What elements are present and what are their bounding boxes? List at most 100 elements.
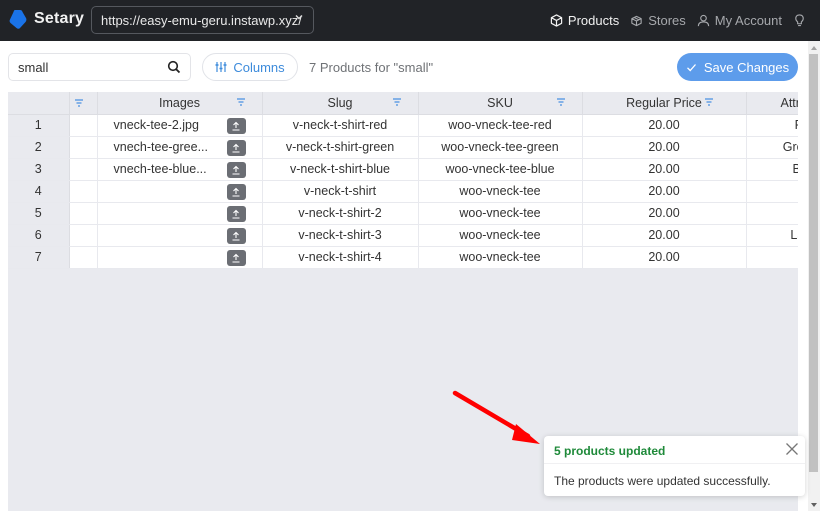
sku-cell-text: woo-vneck-tee — [459, 250, 541, 264]
search-input[interactable] — [18, 59, 158, 75]
header-images[interactable]: Images — [97, 92, 263, 115]
scroll-up-arrow-icon[interactable] — [811, 46, 817, 50]
sku-cell[interactable]: woo-vneck-tee — [418, 202, 583, 225]
attr-color-cell[interactable]: Green — [746, 136, 798, 159]
header-select[interactable] — [69, 92, 98, 115]
regular-price-cell[interactable]: 20.00 — [582, 158, 747, 181]
nav-products[interactable]: Products — [550, 13, 619, 28]
row-select-cell[interactable] — [69, 224, 98, 247]
slug-cell[interactable]: v-neck-t-shirt-3 — [262, 224, 419, 247]
filter-icon[interactable] — [236, 98, 246, 106]
close-icon[interactable] — [785, 442, 799, 456]
table-row[interactable]: 4 v-neck-t-shirt woo-vneck-tee 20.00 Bl — [8, 180, 798, 203]
store-url-select[interactable]: https://easy-emu-geru.instawp.xyz/ — [91, 6, 314, 34]
slug-cell[interactable]: v-neck-t-shirt-4 — [262, 246, 419, 269]
sku-cell[interactable]: woo-vneck-tee — [418, 246, 583, 269]
row-select-cell[interactable] — [69, 158, 98, 181]
attr-color-cell[interactable]: Blue — [746, 158, 798, 181]
columns-button[interactable]: Columns — [202, 53, 298, 81]
regular-price-cell-text: 20.00 — [648, 250, 680, 264]
upload-image-button[interactable] — [226, 139, 246, 156]
regular-price-cell[interactable]: 20.00 — [582, 224, 747, 247]
nav-stores[interactable]: Stores — [630, 13, 686, 28]
image-cell[interactable]: vnech-tee-gree... — [97, 136, 263, 159]
row-select-cell[interactable] — [69, 114, 98, 137]
table-row[interactable]: 3 vnech-tee-blue... v-neck-t-shirt-blue woo… — [8, 158, 798, 181]
table-row[interactable]: 7 v-neck-t-shirt-4 woo-vneck-tee 20.00 Ma — [8, 246, 798, 269]
sku-cell[interactable]: woo-vneck-tee-red — [418, 114, 583, 137]
attr-color-cell[interactable]: Red — [746, 114, 798, 137]
table-row[interactable]: 2 vnech-tee-gree... v-neck-t-shirt-green wo… — [8, 136, 798, 159]
toast-divider — [544, 463, 805, 464]
table-row[interactable]: 6 v-neck-t-shirt-3 woo-vneck-tee 20.00 Lave — [8, 224, 798, 247]
table-row[interactable]: 5 v-neck-t-shirt-2 woo-vneck-tee 20.00 G — [8, 202, 798, 225]
slug-cell[interactable]: v-neck-t-shirt-red — [262, 114, 419, 137]
sku-cell[interactable]: woo-vneck-tee-green — [418, 136, 583, 159]
image-cell[interactable] — [97, 246, 263, 269]
upload-icon — [232, 143, 240, 153]
search-box — [8, 53, 191, 81]
row-select-cell[interactable] — [69, 136, 98, 159]
image-cell[interactable] — [97, 224, 263, 247]
filter-icon[interactable] — [556, 98, 566, 106]
row-select-cell[interactable] — [69, 202, 98, 225]
scroll-thumb[interactable] — [809, 54, 818, 472]
regular-price-cell[interactable]: 20.00 — [582, 246, 747, 269]
row-number-cell: 4 — [8, 180, 70, 203]
slug-cell[interactable]: v-neck-t-shirt-2 — [262, 202, 419, 225]
filter-icon[interactable] — [392, 98, 402, 106]
image-cell[interactable] — [97, 202, 263, 225]
upload-image-button[interactable] — [226, 183, 246, 200]
header-slug[interactable]: Slug — [262, 92, 419, 115]
regular-price-cell[interactable]: 20.00 — [582, 180, 747, 203]
nav-my-account[interactable]: My Account — [697, 13, 782, 28]
filter-icon[interactable] — [704, 98, 714, 106]
header-regular-price[interactable]: Regular Price — [582, 92, 747, 115]
regular-price-cell[interactable]: 20.00 — [582, 114, 747, 137]
row-number-cell: 1 — [8, 114, 70, 137]
header-attr-color[interactable]: Attr Color — [746, 92, 798, 115]
upload-image-button[interactable] — [226, 161, 246, 178]
upload-icon — [232, 187, 240, 197]
attr-color-cell[interactable]: Lave — [746, 224, 798, 247]
table-row[interactable]: 1 vneck-tee-2.jpg v-neck-t-shirt-red woo-vn… — [8, 114, 798, 137]
image-cell[interactable] — [97, 180, 263, 203]
image-cell[interactable]: vneck-tee-2.jpg — [97, 114, 263, 137]
row-select-cell[interactable] — [69, 180, 98, 203]
save-changes-button[interactable]: Save Changes — [677, 53, 798, 81]
header-images-label: Images — [159, 95, 200, 110]
boxes-icon — [631, 15, 642, 27]
attr-color-cell-text: Blue — [792, 162, 798, 176]
upload-image-button[interactable] — [226, 117, 246, 134]
scroll-down-arrow-icon[interactable] — [811, 503, 817, 507]
page-scrollbar[interactable] — [808, 41, 820, 511]
slug-cell[interactable]: v-neck-t-shirt-blue — [262, 158, 419, 181]
regular-price-cell[interactable]: 20.00 — [582, 136, 747, 159]
row-select-cell[interactable] — [69, 246, 98, 269]
slug-cell[interactable]: v-neck-t-shirt-green — [262, 136, 419, 159]
help-button[interactable] — [793, 14, 806, 27]
sku-cell[interactable]: woo-vneck-tee-blue — [418, 158, 583, 181]
sku-cell-text: woo-vneck-tee — [459, 206, 541, 220]
attr-color-cell[interactable]: Ma — [746, 246, 798, 269]
upload-icon — [232, 165, 240, 175]
slug-cell[interactable]: v-neck-t-shirt — [262, 180, 419, 203]
brand[interactable]: Setary — [9, 9, 84, 29]
header-sku[interactable]: SKU — [418, 92, 583, 115]
sku-cell-text: woo-vneck-tee — [459, 228, 541, 242]
slug-cell-text: v-neck-t-shirt-green — [285, 140, 395, 154]
image-cell[interactable]: vnech-tee-blue... — [97, 158, 263, 181]
regular-price-cell-text: 20.00 — [648, 162, 680, 176]
brand-name: Setary — [34, 10, 85, 27]
search-icon[interactable] — [167, 60, 181, 74]
sku-cell[interactable]: woo-vneck-tee — [418, 224, 583, 247]
regular-price-cell[interactable]: 20.00 — [582, 202, 747, 225]
upload-image-button[interactable] — [226, 227, 246, 244]
sku-cell[interactable]: woo-vneck-tee — [418, 180, 583, 203]
attr-color-cell[interactable]: Bl — [746, 180, 798, 203]
filter-icon[interactable] — [74, 99, 84, 107]
attr-color-cell[interactable]: G — [746, 202, 798, 225]
toast-title: 5 products updated — [554, 444, 666, 458]
upload-image-button[interactable] — [226, 249, 246, 266]
upload-image-button[interactable] — [226, 205, 246, 222]
